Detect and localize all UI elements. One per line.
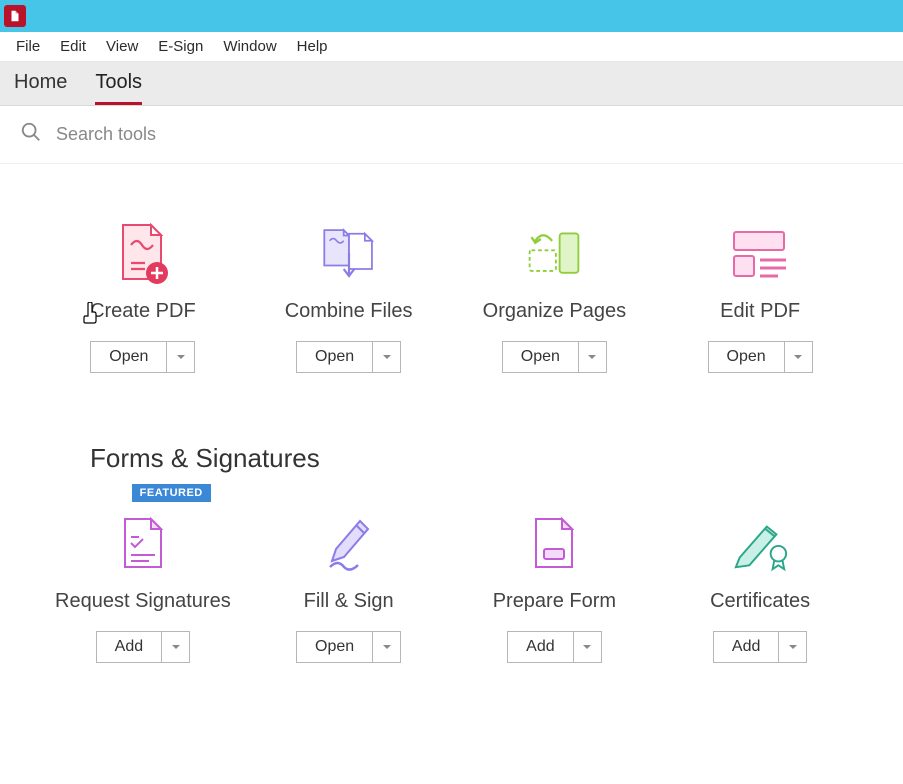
- organize-pages-icon: [524, 224, 584, 284]
- menu-file[interactable]: File: [6, 34, 50, 59]
- open-dropdown[interactable]: [373, 341, 401, 373]
- menu-window[interactable]: Window: [213, 34, 286, 59]
- add-button[interactable]: Add: [507, 631, 573, 663]
- menu-edit[interactable]: Edit: [50, 34, 96, 59]
- prepare-form-icon: [524, 514, 584, 574]
- open-button[interactable]: Open: [296, 341, 373, 373]
- add-dropdown[interactable]: [574, 631, 602, 663]
- combine-files-icon: [319, 224, 379, 284]
- tool-label: Request Signatures: [55, 590, 231, 613]
- certificates-icon: [730, 514, 790, 574]
- add-button[interactable]: Add: [713, 631, 779, 663]
- tool-fill-sign[interactable]: Fill & Sign Open: [246, 514, 452, 663]
- tool-label: Fill & Sign: [304, 590, 394, 613]
- tool-label: Certificates: [710, 590, 810, 613]
- tool-request-signatures[interactable]: FEATURED Request Signatures Add: [40, 514, 246, 663]
- section-forms-signatures: Forms & Signatures: [90, 443, 903, 474]
- add-dropdown[interactable]: [779, 631, 807, 663]
- request-signatures-icon: [113, 514, 173, 574]
- create-pdf-icon: [113, 224, 173, 284]
- open-button[interactable]: Open: [90, 341, 167, 373]
- tool-certificates[interactable]: Certificates Add: [657, 514, 863, 663]
- content-area: Create PDF Open Combine Files: [0, 164, 903, 663]
- tab-home[interactable]: Home: [14, 71, 67, 105]
- titlebar: [0, 0, 903, 32]
- tool-combine-files[interactable]: Combine Files Open: [246, 224, 452, 373]
- tools-row-1: Create PDF Open Combine Files: [0, 224, 903, 373]
- open-dropdown[interactable]: [373, 631, 401, 663]
- open-dropdown[interactable]: [167, 341, 195, 373]
- tool-label: Edit PDF: [720, 300, 800, 323]
- menu-esign[interactable]: E-Sign: [148, 34, 213, 59]
- tool-label: Organize Pages: [483, 300, 626, 323]
- open-dropdown[interactable]: [785, 341, 813, 373]
- app-icon: [4, 5, 26, 27]
- open-button[interactable]: Open: [502, 341, 579, 373]
- fill-sign-icon: [319, 514, 379, 574]
- tool-organize-pages[interactable]: Organize Pages Open: [452, 224, 658, 373]
- search-icon: [20, 121, 42, 148]
- search-bar: [0, 106, 903, 164]
- tool-label: Combine Files: [285, 300, 413, 323]
- menubar: File Edit View E-Sign Window Help: [0, 32, 903, 62]
- edit-pdf-icon: [730, 224, 790, 284]
- tabs-bar: Home Tools: [0, 62, 903, 106]
- open-button[interactable]: Open: [296, 631, 373, 663]
- add-dropdown[interactable]: [162, 631, 190, 663]
- open-dropdown[interactable]: [579, 341, 607, 373]
- search-input[interactable]: [56, 124, 883, 145]
- menu-view[interactable]: View: [96, 34, 148, 59]
- featured-badge: FEATURED: [132, 484, 211, 502]
- tools-row-2: FEATURED Request Signatures Add: [0, 514, 903, 663]
- open-button[interactable]: Open: [708, 341, 785, 373]
- tab-tools[interactable]: Tools: [95, 71, 142, 105]
- tool-create-pdf[interactable]: Create PDF Open: [40, 224, 246, 373]
- tool-label: Create PDF: [90, 300, 196, 323]
- menu-help[interactable]: Help: [287, 34, 338, 59]
- tool-label: Prepare Form: [493, 590, 616, 613]
- tool-edit-pdf[interactable]: Edit PDF Open: [657, 224, 863, 373]
- tool-prepare-form[interactable]: Prepare Form Add: [452, 514, 658, 663]
- add-button[interactable]: Add: [96, 631, 162, 663]
